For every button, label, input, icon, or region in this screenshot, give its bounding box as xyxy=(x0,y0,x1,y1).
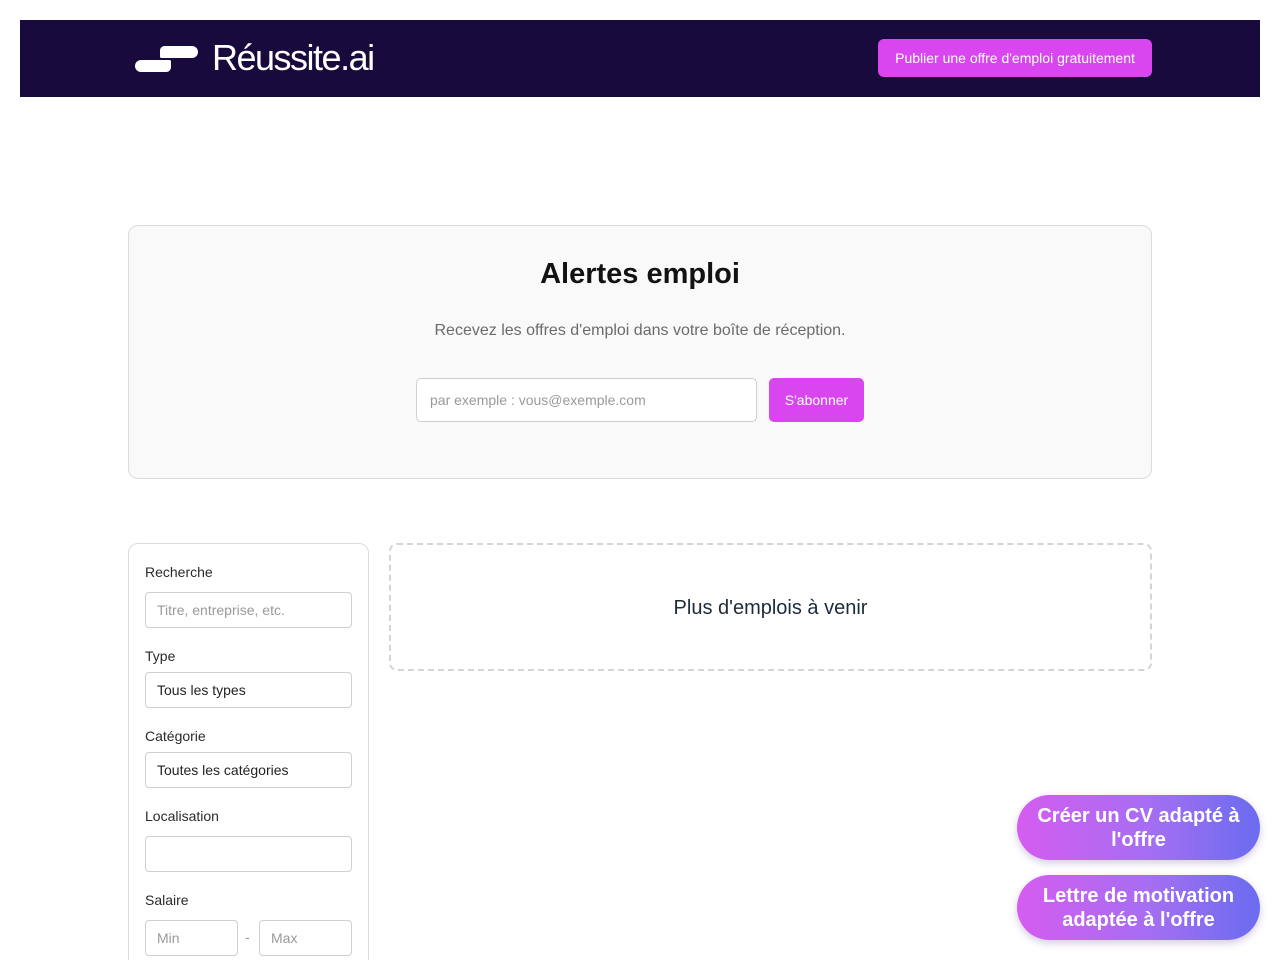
category-select-value: Toutes les catégories xyxy=(157,762,289,778)
job-filters-panel: Recherche Type Tous les types Catégorie … xyxy=(128,543,369,960)
job-alerts-card: Alertes emploi Recevez les offres d'empl… xyxy=(128,225,1152,479)
type-select[interactable]: Tous les types xyxy=(145,672,352,708)
location-input[interactable] xyxy=(145,836,352,872)
salary-label: Salaire xyxy=(145,892,189,908)
alert-email-input[interactable] xyxy=(416,378,757,422)
job-alerts-title: Alertes emploi xyxy=(540,258,740,290)
salary-min-input[interactable] xyxy=(145,920,238,956)
salary-max-input[interactable] xyxy=(259,920,352,956)
site-header: Réussite.ai Publier une offre d'emploi g… xyxy=(20,20,1260,97)
jobs-placeholder-text: Plus d'emplois à venir xyxy=(673,597,868,619)
search-label: Recherche xyxy=(145,564,213,580)
search-input[interactable] xyxy=(145,592,352,628)
location-label: Localisation xyxy=(145,808,219,824)
subscribe-button[interactable]: S'abonner xyxy=(769,378,864,422)
create-cv-button[interactable]: Créer un CV adapté à l'offre xyxy=(1017,795,1260,860)
salary-separator: - xyxy=(245,929,250,945)
post-job-button[interactable]: Publier une offre d'emploi gratuitement xyxy=(878,39,1152,77)
logo-mark-icon xyxy=(134,42,200,74)
category-label: Catégorie xyxy=(145,728,206,744)
cover-letter-button[interactable]: Lettre de motivation adaptée à l'offre xyxy=(1017,875,1260,940)
job-alerts-subtitle: Recevez les offres d'emploi dans votre b… xyxy=(434,322,846,339)
category-select[interactable]: Toutes les catégories xyxy=(145,752,352,788)
jobs-empty-placeholder: Plus d'emplois à venir xyxy=(389,543,1152,671)
type-select-value: Tous les types xyxy=(157,682,246,698)
site-logo[interactable]: Réussite.ai xyxy=(134,37,375,78)
logo-text: Réussite.ai xyxy=(212,37,375,78)
type-label: Type xyxy=(145,648,176,664)
